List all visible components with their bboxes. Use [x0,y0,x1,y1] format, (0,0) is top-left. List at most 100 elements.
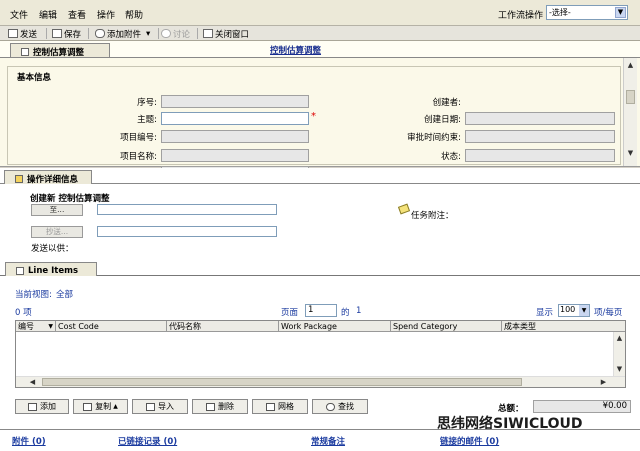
page-input[interactable]: 1 [305,304,337,317]
col-header-work-package[interactable]: Work Package [279,321,391,332]
menu-edit[interactable]: 编辑 [39,8,57,21]
import-icon [146,402,155,411]
current-view-link[interactable]: 全部 [56,288,73,300]
delete-label: 删除 [218,402,234,411]
attachments-link[interactable]: 附件 (0) [12,435,46,447]
grid-hscroll[interactable]: ◀ ▶ [16,376,625,387]
scroll-down-icon[interactable]: ▼ [614,364,625,375]
to-input[interactable] [97,204,277,215]
per-page-select[interactable]: 100 ▼ [558,304,590,317]
cc-input[interactable] [97,226,277,237]
task-note-label: 任务附注： [411,211,454,221]
project-no-field [161,130,309,143]
project-name-label: 项目名称: [120,152,157,162]
footer-bar: 附件 (0) 已链接记录 (0) 常规备注 链接的邮件 (0) [0,429,640,451]
tab-detail[interactable]: 操作详细信息 [4,170,92,185]
col-header-spend-category[interactable]: Spend Category [391,321,502,332]
menu-help[interactable]: 帮助 [125,8,143,21]
total-value: ¥0.00 [533,400,631,413]
toolbar-divider [158,28,159,39]
subject-label: 主题: [137,115,157,125]
remarks-link[interactable]: 常规备注 [311,435,345,447]
display-label: 显示 [536,308,554,318]
toolbar-divider [88,28,89,39]
discuss-label: 讨论 [173,29,191,40]
tab-label: 控制估算调整 [33,47,85,58]
grid-header: 编号 ▼ Cost Code 代码名称 Work Package Spend Ca… [16,321,625,332]
linked-records-link[interactable]: 已链接记录 (0) [118,435,177,447]
paperclip-icon [95,29,105,38]
tab-label: 操作详细信息 [27,174,79,185]
scroll-right-icon[interactable]: ▶ [598,377,609,388]
menu-bar: 文件 编辑 查看 操作 帮助 工作流操作 -选择- ▼ [0,0,640,26]
col-header-cost-type[interactable]: 成本类型 [502,321,625,332]
menu-actions[interactable]: 操作 [97,8,115,21]
save-label: 保存 [64,29,82,40]
linked-mail-link[interactable]: 链接的邮件 (0) [440,435,499,447]
col-label: 编号 [18,322,34,331]
toolbar-divider [197,28,198,39]
scroll-up-icon[interactable]: ▲ [625,60,636,71]
line-items-tab-bar: Line Items [0,261,640,276]
grid-label: 网格 [278,402,294,411]
detail-section: 创建新 控制估算调整 至... 抄送... 发送以供： 任务附注： [0,184,640,261]
find-button[interactable]: 查找 [312,399,368,414]
attach-button[interactable]: 添加附件 ▾ [95,28,150,40]
status-label: 状态: [441,152,461,162]
grid-vscroll[interactable]: ▲ ▼ [613,332,625,376]
workflow-select[interactable]: -选择- ▼ [546,5,628,20]
save-button[interactable]: 保存 [52,28,82,40]
per-page-value: 100 [560,305,576,314]
tab-estimate-adjust[interactable]: 控制估算调整 [10,43,110,58]
scroll-left-icon[interactable]: ◀ [27,377,38,388]
menu-view[interactable]: 查看 [68,8,86,21]
section-title: 基本信息 [17,73,52,83]
delete-button[interactable]: 删除 [192,399,248,414]
creator-label: 创建者: [432,98,461,108]
subject-input[interactable] [161,112,309,125]
send-label: 发送 [20,29,38,40]
close-window-icon [203,29,213,38]
scroll-thumb[interactable] [626,90,635,104]
import-label: 导入 [158,402,174,411]
document-icon [21,47,29,56]
page-title: 控制估算调整 [270,46,322,56]
col-header-cost-code[interactable]: Cost Code [56,321,167,332]
sort-icon: ▼ [48,323,53,330]
tab-line-items[interactable]: Line Items [5,262,97,276]
note-icon [397,203,411,215]
toolbar-divider [46,28,47,39]
grid-button[interactable]: 网格 [252,399,308,414]
approval-label: 审批时间约束: [407,133,461,143]
discuss-button[interactable]: 讨论 [161,28,191,40]
add-button[interactable]: 添加 [15,399,69,414]
col-header-number[interactable]: 编号 ▼ [16,321,56,332]
basic-scrollbar[interactable]: ▲ ▼ [623,58,637,166]
workflow-select-value: -选择- [549,8,571,17]
detail-tab-bar: 操作详细信息 [0,168,640,185]
scroll-down-icon[interactable]: ▼ [625,148,636,159]
to-button[interactable]: 至... [31,204,83,216]
line-items-grid: 编号 ▼ Cost Code 代码名称 Work Package Spend Ca… [15,320,626,388]
page-of-label: 的 [341,308,350,318]
cc-button[interactable]: 抄送... [31,226,83,238]
menu-file[interactable]: 文件 [10,8,28,21]
required-icon: * [311,111,316,122]
folder-icon [15,174,23,183]
hscroll-thumb[interactable] [42,378,522,386]
scroll-up-icon[interactable]: ▲ [614,333,625,344]
find-label: 查找 [338,402,354,411]
copy-button[interactable]: 复制 ▲ [73,399,128,414]
import-button[interactable]: 导入 [132,399,188,414]
status-field [465,149,615,162]
attach-label: 添加附件 [107,29,142,40]
close-window-button[interactable]: 关闭窗口 [203,28,249,40]
copy-label: 复制 [95,402,112,411]
discuss-icon [161,29,171,38]
send-button[interactable]: 发送 [8,28,38,40]
col-header-code-name[interactable]: 代码名称 [167,321,279,332]
chevron-down-icon: ▼ [579,305,589,316]
current-view-label: 当前视图: [15,290,52,300]
grid-icon [266,402,275,411]
workflow-label: 工作流操作 [498,11,544,21]
